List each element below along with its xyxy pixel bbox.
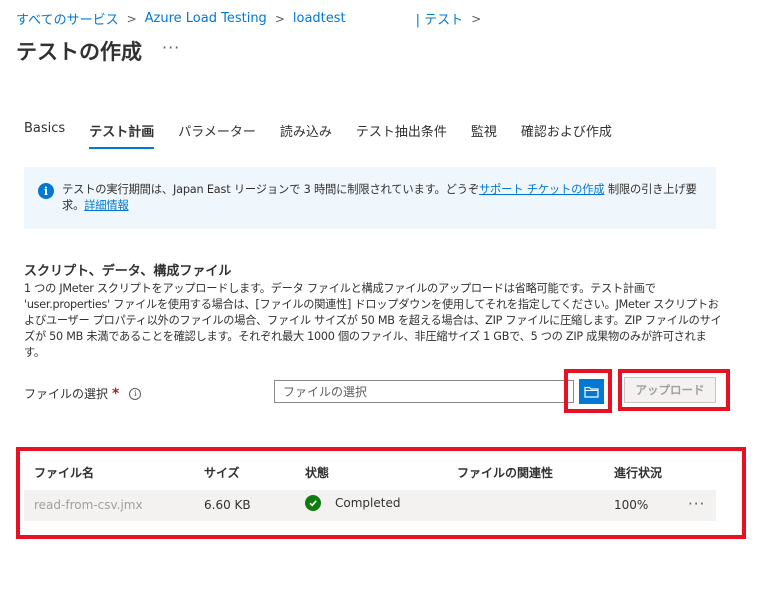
breadcrumb-loadtest[interactable]: loadtest (293, 11, 346, 26)
required-marker: * (112, 385, 120, 402)
tab-parameters[interactable]: パラメーター (178, 121, 256, 147)
breadcrumb-all-services[interactable]: すべてのサービス (16, 9, 119, 28)
support-ticket-link[interactable]: サポート チケットの作成 (479, 183, 605, 196)
folder-icon (584, 386, 599, 398)
file-select-label-text: ファイルの選択 (24, 387, 109, 401)
column-header-file-name: ファイル名 (34, 466, 95, 480)
file-status-text: Completed (335, 496, 401, 510)
upload-button[interactable]: アップロード (624, 377, 716, 403)
chevron-right-icon: > (471, 11, 482, 26)
browse-folder-button[interactable] (579, 379, 604, 404)
tab-monitoring[interactable]: 監視 (471, 121, 497, 147)
file-select-input[interactable] (274, 380, 574, 403)
chevron-right-icon: > (126, 11, 137, 26)
file-status-cell: Completed (305, 495, 400, 511)
info-text-before: テストの実行期間は、Japan East リージョンで 3 時間に制限されていま… (62, 183, 479, 196)
chevron-right-icon: > (274, 11, 285, 26)
table-row[interactable]: read-from-csv.jmx 6.60 KB Completed 100%… (24, 490, 716, 521)
file-size-cell: 6.60 KB (204, 498, 251, 512)
tab-test-criteria[interactable]: テスト抽出条件 (356, 121, 447, 147)
info-message-text: テストの実行期間は、Japan East リージョンで 3 時間に制限されていま… (62, 182, 702, 229)
breadcrumb-tests[interactable]: | テスト (416, 9, 464, 28)
tab-basics[interactable]: Basics (24, 121, 65, 147)
file-table-header: ファイル名 サイズ 状態 ファイルの関連性 進行状況 (24, 457, 716, 485)
breadcrumb-azure-load-testing[interactable]: Azure Load Testing (145, 11, 267, 26)
info-icon: i (38, 183, 54, 199)
section-title: スクリプト、データ、構成ファイル (24, 264, 232, 279)
file-name-cell: read-from-csv.jmx (34, 498, 143, 512)
breadcrumb: すべてのサービス > Azure Load Testing > loadtest… (16, 9, 489, 28)
more-options-icon[interactable]: ··· (162, 38, 180, 57)
tab-test-plan[interactable]: テスト計画 (89, 121, 155, 149)
column-header-size: サイズ (204, 466, 240, 480)
column-header-relevance: ファイルの関連性 (457, 466, 554, 480)
info-message-bar: i テストの実行期間は、Japan East リージョンで 3 時間に制限されて… (24, 167, 716, 229)
tab-review-create[interactable]: 確認および作成 (521, 121, 612, 147)
tab-bar: Basics テスト計画 パラメーター 読み込み テスト抽出条件 監視 確認およ… (24, 121, 636, 149)
column-header-progress: 進行状況 (614, 466, 663, 480)
checkmark-circle-icon (305, 495, 321, 511)
section-description: 1 つの JMeter スクリプトをアップロードします。データ ファイルと構成フ… (24, 282, 722, 359)
page-title: テストの作成 (16, 40, 142, 64)
file-select-label: ファイルの選択 * i (24, 385, 142, 402)
column-header-status: 状態 (305, 466, 330, 480)
row-more-options-icon[interactable]: ··· (688, 495, 705, 513)
tab-load[interactable]: 読み込み (280, 121, 332, 147)
file-progress-cell: 100% (614, 498, 649, 512)
info-circle-icon[interactable]: i (129, 387, 142, 400)
learn-more-link[interactable]: 詳細情報 (84, 199, 129, 212)
